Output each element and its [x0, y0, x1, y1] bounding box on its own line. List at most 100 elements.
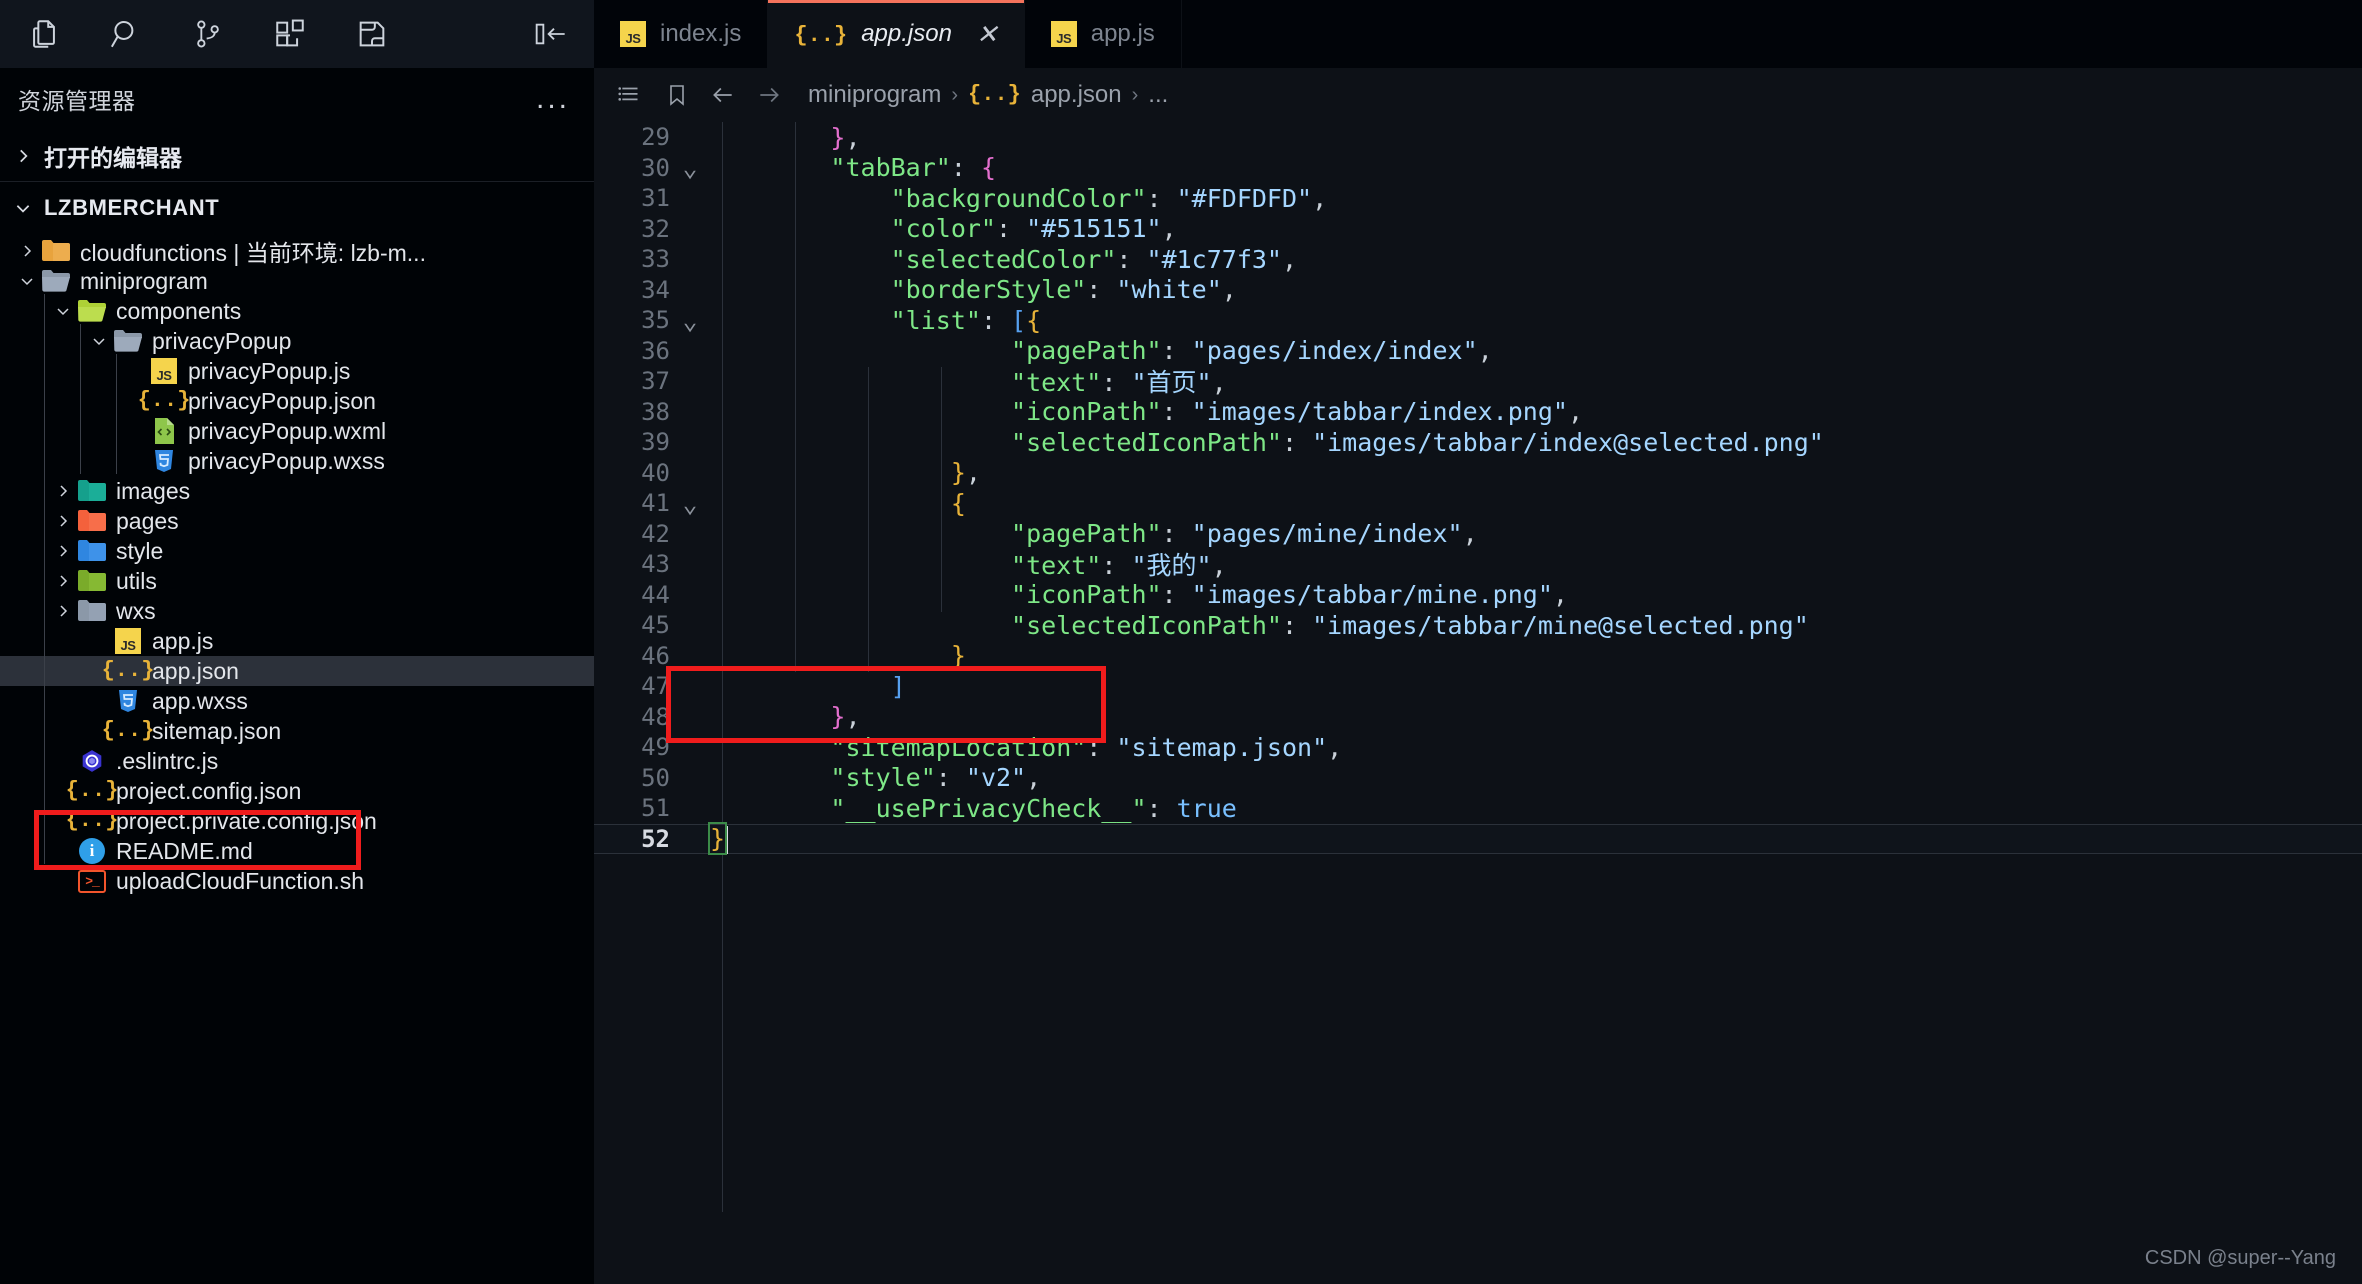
code-line[interactable]: 42 "pagePath": "pages/mine/index",: [594, 519, 2362, 550]
code-line[interactable]: 46 }: [594, 641, 2362, 672]
code-line[interactable]: 50 "style": "v2",: [594, 763, 2362, 794]
code-line[interactable]: 31 "backgroundColor": "#FDFDFD",: [594, 183, 2362, 214]
workspace-section[interactable]: LZBMERCHANT: [0, 182, 594, 234]
editor-tab-bar[interactable]: JS index.js {..} app.json ✕ JS app.js: [594, 0, 2362, 68]
arrow-right-icon[interactable]: [746, 82, 792, 108]
tree-item-app.wxss[interactable]: app.wxss: [0, 686, 594, 716]
wxss-file-icon: [119, 690, 137, 712]
tab-index-js[interactable]: JS index.js: [594, 0, 769, 68]
collapse-panel-icon[interactable]: [528, 12, 572, 56]
tree-item-utils[interactable]: utils: [0, 566, 594, 596]
tree-item-images[interactable]: images: [0, 476, 594, 506]
tree-item-project.config.json[interactable]: {..} project.config.json: [0, 776, 594, 806]
code-token: ,: [1477, 336, 1493, 366]
tree-item-privacypopup.wxss[interactable]: privacyPopup.wxss: [0, 446, 594, 476]
chevron-right-icon[interactable]: [50, 543, 76, 559]
code-token: "backgroundColor": [890, 183, 1147, 213]
outline-icon[interactable]: [608, 82, 654, 108]
code-token: "style": [830, 763, 936, 793]
chevron-right-icon[interactable]: [50, 513, 76, 529]
breadcrumb-item-folder[interactable]: miniprogram: [808, 81, 941, 109]
code-line[interactable]: 35 ⌄ "list": [{: [594, 305, 2362, 336]
tree-item-pages[interactable]: pages: [0, 506, 594, 536]
code-line[interactable]: 48 },: [594, 702, 2362, 733]
tree-item-label: project.config.json: [116, 777, 302, 804]
explorer-more-actions-button[interactable]: ...: [536, 84, 570, 114]
tree-item-style[interactable]: style: [0, 536, 594, 566]
fold-toggle-icon[interactable]: ⌄: [670, 489, 710, 518]
tree-item-wxs[interactable]: wxs: [0, 596, 594, 626]
code-line[interactable]: 52}: [594, 821, 2362, 855]
tree-item-privacypopup.wxml[interactable]: privacyPopup.wxml: [0, 416, 594, 446]
code-line[interactable]: 30 ⌄ "tabBar": {: [594, 153, 2362, 184]
line-number: 45: [641, 611, 670, 640]
code-line[interactable]: 39 "selectedIconPath": "images/tabbar/in…: [594, 427, 2362, 458]
code-line[interactable]: 40 },: [594, 458, 2362, 489]
code-line[interactable]: 51 "__usePrivacyCheck__": true: [594, 793, 2362, 824]
code-line[interactable]: 38 "iconPath": "images/tabbar/index.png"…: [594, 397, 2362, 428]
code-editor[interactable]: 29 }, 30 ⌄ "tabBar": {31 "backgroundColor"…: [594, 122, 2362, 1284]
folder-icon: [112, 328, 144, 354]
arrow-left-icon[interactable]: [700, 82, 746, 108]
code-line[interactable]: 29 },: [594, 122, 2362, 153]
tab-app-json[interactable]: {..} app.json ✕: [768, 0, 1025, 68]
fold-toggle-icon[interactable]: ⌄: [670, 306, 710, 335]
code-line[interactable]: 45 "selectedIconPath": "images/tabbar/mi…: [594, 610, 2362, 641]
tree-item-components[interactable]: components: [0, 296, 594, 326]
open-editors-section[interactable]: 打开的编辑器: [0, 130, 594, 182]
code-line[interactable]: 36 "pagePath": "pages/index/index",: [594, 336, 2362, 367]
search-icon[interactable]: [104, 12, 148, 56]
js-file-icon: JS: [115, 628, 141, 654]
tree-item-sitemap.json[interactable]: {..} sitemap.json: [0, 716, 594, 746]
fold-toggle-icon[interactable]: ⌄: [670, 153, 710, 182]
code-token: :: [1146, 183, 1177, 213]
breadcrumb-item-symbol[interactable]: ...: [1148, 81, 1168, 109]
source-control-icon[interactable]: [186, 12, 230, 56]
explorer-files-icon[interactable]: [22, 12, 66, 56]
tree-item-label: wxs: [116, 597, 156, 624]
code-text: "color": "#515151",: [710, 214, 2362, 243]
chevron-down-icon[interactable]: [50, 303, 76, 319]
code-token: :: [1086, 275, 1117, 305]
code-token: "#1c77f3": [1146, 244, 1282, 274]
extensions-icon[interactable]: [268, 12, 312, 56]
code-text: "sitemapLocation": "sitemap.json",: [710, 733, 2362, 762]
code-line[interactable]: 37 "text": "首页",: [594, 366, 2362, 397]
tab-app-js[interactable]: JS app.js: [1024, 0, 1182, 68]
code-token: "images/tabbar/mine.png": [1191, 580, 1553, 610]
chevron-right-icon[interactable]: [50, 483, 76, 499]
tree-item-readme.md[interactable]: i README.md: [0, 836, 594, 866]
chevron-down-icon[interactable]: [86, 333, 112, 349]
tree-item-app.json[interactable]: {..} app.json: [0, 656, 594, 686]
tree-item-privacypopup.json[interactable]: {..} privacyPopup.json: [0, 386, 594, 416]
code-line[interactable]: 43 "text": "我的",: [594, 549, 2362, 580]
tree-item-uploadcloudfunction.sh[interactable]: >_ uploadCloudFunction.sh: [0, 866, 594, 896]
code-line[interactable]: 44 "iconPath": "images/tabbar/mine.png",: [594, 580, 2362, 611]
tree-item-privacypopup.js[interactable]: JS privacyPopup.js: [0, 356, 594, 386]
chevron-right-icon[interactable]: [50, 603, 76, 619]
tree-item-app.js[interactable]: JS app.js: [0, 626, 594, 656]
tree-item-privacypopup[interactable]: privacyPopup: [0, 326, 594, 356]
code-line[interactable]: 41 ⌄ {: [594, 488, 2362, 519]
code-line[interactable]: 47 ]: [594, 671, 2362, 702]
chevron-right-icon[interactable]: [50, 573, 76, 589]
chevron-down-icon[interactable]: [14, 273, 40, 289]
code-token: ,: [1312, 183, 1328, 213]
code-line[interactable]: 32 "color": "#515151",: [594, 214, 2362, 245]
code-line[interactable]: 34 "borderStyle": "white",: [594, 275, 2362, 306]
file-tree[interactable]: cloudfunctions | 当前环境: lzb-m... miniprogr…: [0, 234, 594, 1284]
code-line[interactable]: 49 "sitemapLocation": "sitemap.json",: [594, 732, 2362, 763]
tree-item-miniprogram[interactable]: miniprogram: [0, 266, 594, 296]
chevron-right-icon[interactable]: [14, 243, 40, 259]
remote-explorer-icon[interactable]: [350, 12, 394, 56]
tree-item-.eslintrc.js[interactable]: .eslintrc.js: [0, 746, 594, 776]
close-icon[interactable]: ✕: [976, 19, 998, 50]
tree-item-project.private.config.json[interactable]: {..} project.private.config.json: [0, 806, 594, 836]
code-line[interactable]: 33 "selectedColor": "#1c77f3",: [594, 244, 2362, 275]
breadcrumb-item-file[interactable]: {..} app.json: [968, 81, 1122, 109]
tree-item-cloudfunctions---------lzb-m...[interactable]: cloudfunctions | 当前环境: lzb-m...: [0, 236, 594, 266]
bookmark-icon[interactable]: [654, 82, 700, 108]
